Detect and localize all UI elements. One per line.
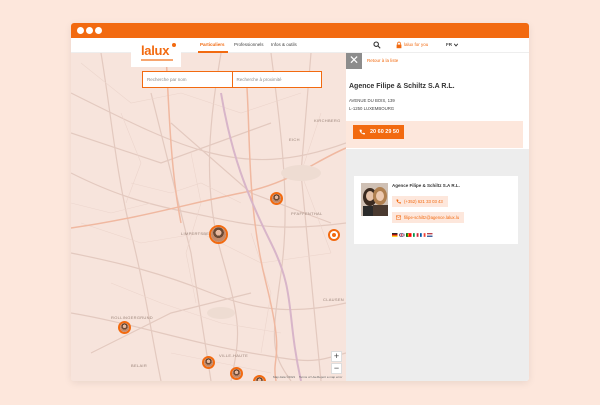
browser-window: lalux Particuliers Professionnels Infos … [71, 23, 529, 381]
agent-marker[interactable] [230, 367, 243, 380]
agency-header: Retour à la liste Agence Filipe & Schilt… [346, 53, 529, 149]
agent-marker[interactable] [202, 356, 215, 369]
flag-it-icon [413, 233, 419, 237]
agent-mobile: (+352) 621 33 03 43 [404, 199, 443, 204]
nav-item-professionnels[interactable]: Professionnels [234, 42, 264, 47]
back-to-list-link[interactable]: Retour à la liste [367, 58, 398, 63]
agent-email-button[interactable]: filipe-schiltz@agence.lalux.lu [392, 212, 465, 223]
flag-en-icon [399, 233, 405, 237]
agent-marker-selected[interactable] [209, 225, 228, 244]
map-label-rollingergrund: ROLLINGERGRUND [111, 315, 153, 320]
chevron-down-icon[interactable] [453, 42, 459, 48]
search-by-name-input[interactable]: Recherche par nom [143, 72, 233, 87]
map-view[interactable]: LUXEMBOURG EICH KIRCHBERG PFAFFENTHAL LI… [71, 53, 346, 381]
window-dot-close[interactable] [77, 27, 84, 34]
lalux-for-you-link[interactable]: lalux for you [404, 42, 428, 47]
top-navigation: lalux Particuliers Professionnels Infos … [71, 38, 529, 67]
agent-marker[interactable] [253, 375, 266, 381]
search-nearby-input[interactable]: Recherche à proximité [233, 72, 322, 87]
map-label-eich: EICH [289, 137, 300, 142]
terms-link[interactable]: Terms of Use [299, 375, 317, 379]
agent-name: Agence Filipe & Schiltz S.A R.L. [392, 183, 460, 188]
logo-text: lalux [141, 43, 170, 58]
lalux-logo[interactable]: lalux [131, 39, 181, 67]
logo-underline [141, 59, 173, 61]
agency-name: Agence Filipe & Schiltz S.A R.L. [349, 83, 455, 90]
map-attribution: Map data ©2021 [273, 375, 296, 379]
address-line-2: L-1250 LUXEMBOURG [349, 106, 395, 111]
agent-marker[interactable] [270, 192, 283, 205]
map-label-pfaffenthal: PFAFFENTHAL [291, 211, 323, 216]
spoken-languages [392, 233, 433, 237]
address-line-1: AVENUE DU BOIS, 139 [349, 98, 395, 103]
zoom-in-button[interactable]: + [331, 351, 342, 362]
zoom-out-button[interactable]: − [331, 363, 342, 374]
agent-mobile-button[interactable]: (+352) 621 33 03 43 [392, 196, 448, 207]
lock-icon [396, 41, 402, 49]
phone-icon [396, 199, 401, 204]
report-error-link[interactable]: Report a map error [317, 375, 342, 379]
logo-mark [172, 43, 176, 47]
nav-item-particuliers[interactable]: Particuliers [200, 42, 225, 47]
agency-detail-panel: Retour à la liste Agence Filipe & Schilt… [346, 53, 529, 381]
call-agency-button[interactable]: 20 60 29 50 [353, 125, 404, 139]
map-label-kirchberg: KIRCHBERG [314, 118, 341, 123]
nav-item-infos-outils[interactable]: Infos & outils [271, 42, 297, 47]
agency-search-bar: Recherche par nom Recherche à proximité [142, 71, 322, 88]
flag-nl-icon [427, 233, 433, 237]
flag-de-icon [392, 233, 398, 237]
map-label-belair: BELAIR [131, 363, 148, 368]
mail-icon [396, 215, 401, 220]
phone-icon [359, 129, 365, 135]
map-streets [71, 53, 346, 381]
window-dot-maximize[interactable] [95, 27, 102, 34]
agent-portrait [361, 183, 388, 216]
window-titlebar [71, 23, 529, 38]
flag-pt-icon [406, 233, 412, 237]
window-dot-minimize[interactable] [86, 27, 93, 34]
agent-marker[interactable] [118, 321, 131, 334]
close-panel-button[interactable]: ✕ [346, 53, 362, 69]
language-selector[interactable]: FR [446, 42, 452, 47]
agent-photo [361, 183, 388, 216]
flag-fr-icon [420, 233, 426, 237]
agent-card: Agence Filipe & Schiltz S.A R.L. (+352) … [354, 176, 518, 244]
map-label-ville-haute: VILLE-HAUTE [219, 353, 249, 358]
phone-number: 20 60 29 50 [370, 129, 400, 135]
cluster-marker[interactable] [328, 229, 340, 241]
map-label-clausen: CLAUSEN [323, 297, 344, 302]
agent-email: filipe-schiltz@agence.lalux.lu [404, 215, 460, 220]
search-icon[interactable] [373, 41, 381, 49]
